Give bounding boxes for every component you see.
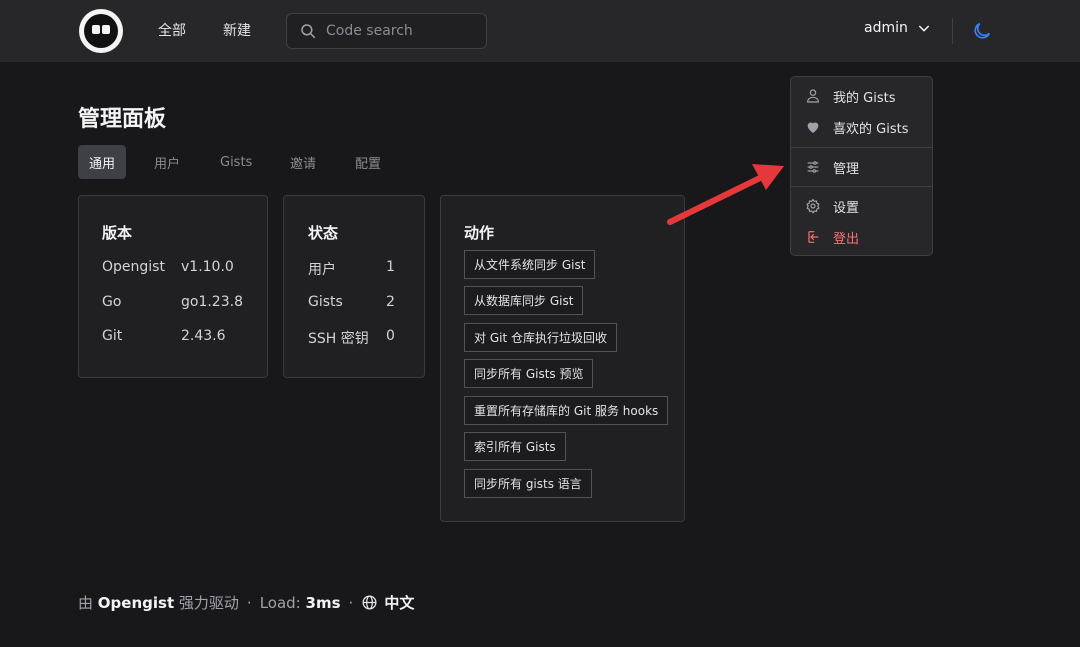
top-navbar: 全部 新建 admin [0,0,1080,62]
version-value: v1.10.0 [181,259,234,275]
user-dropdown-menu: 我的 Gists 喜欢的 Gists 管理 设置 登出 [790,76,933,256]
search-icon [301,24,316,39]
menu-liked-gists[interactable]: 喜欢的 Gists [791,114,932,140]
language-switcher[interactable]: 中文 [384,592,414,613]
card-title: 状态 [308,224,339,242]
chevron-down-icon [918,25,930,32]
nav-new[interactable]: 新建 [223,20,251,40]
card-title: 版本 [102,224,133,242]
username: admin [864,20,908,36]
user-icon [807,89,819,103]
menu-item-label: 管理 [833,161,860,177]
footer-suffix: 强力驱动 [178,594,239,612]
version-label: Opengist [102,259,165,275]
footer-brand-link[interactable]: Opengist [98,594,174,612]
tab-gists[interactable]: Gists [220,145,252,179]
status-value: 2 [386,294,395,310]
status-value: 0 [386,328,395,344]
user-menu-toggle[interactable]: admin [864,20,932,36]
gear-icon [806,198,820,214]
nav-all[interactable]: 全部 [158,20,186,40]
status-label: 用户 [308,262,336,278]
menu-admin[interactable]: 管理 [791,154,932,180]
status-value: 1 [386,259,395,275]
menu-item-label: 我的 Gists [833,90,896,106]
tab-users[interactable]: 用户 [154,145,180,179]
version-value: 2.43.6 [181,328,226,344]
tab-config[interactable]: 配置 [355,145,381,179]
sync-from-filesystem-button[interactable]: 从文件系统同步 Gist [464,250,596,279]
tab-general[interactable]: 通用 [78,145,127,179]
reset-hooks-button[interactable]: 重置所有存储库的 Git 服务 hooks [464,396,669,425]
heart-icon [807,122,819,133]
menu-item-label: 登出 [833,231,860,247]
menu-item-label: 喜欢的 Gists [833,121,909,137]
version-label: Git [102,328,123,344]
menu-item-label: 设置 [833,200,860,216]
footer-separator: · [348,593,354,612]
sliders-icon [807,161,819,173]
sync-from-database-button[interactable]: 从数据库同步 Gist [464,286,584,315]
version-card: 版本 Opengist v1.10.0 Go go1.23.8 Git 2.43… [78,195,268,378]
load-value: 3ms [305,593,341,612]
footer-prefix: 由 [78,594,94,612]
logout-icon [808,231,819,243]
menu-logout[interactable]: 登出 [791,224,932,250]
status-label: SSH 密钥 [308,331,369,347]
version-value: go1.23.8 [181,294,243,310]
index-gists-button[interactable]: 索引所有 Gists [464,432,566,461]
page-title: 管理面板 [78,107,167,132]
sync-previews-button[interactable]: 同步所有 Gists 预览 [464,359,594,388]
git-gc-button[interactable]: 对 Git 仓库执行垃圾回收 [464,323,617,352]
actions-card: 动作 从文件系统同步 Gist 从数据库同步 Gist 对 Git 仓库执行垃圾… [440,195,685,522]
annotation-arrow [667,164,784,225]
search-input[interactable] [326,23,476,39]
moon-icon[interactable] [971,20,993,42]
menu-settings[interactable]: 设置 [791,193,932,219]
header-divider [952,18,953,44]
tab-invitations[interactable]: 邀请 [290,145,316,179]
status-card: 状态 用户 1 Gists 2 SSH 密钥 0 [283,195,425,378]
footer: 由 Opengist 强力驱动 · Load: 3ms · 中文 [78,592,414,613]
sync-languages-button[interactable]: 同步所有 gists 语言 [464,469,592,498]
opengist-logo[interactable] [79,9,123,53]
menu-divider [791,147,932,148]
code-search[interactable] [286,13,487,49]
card-title: 动作 [464,224,495,242]
status-label: Gists [308,294,343,310]
menu-divider [791,186,932,187]
menu-my-gists[interactable]: 我的 Gists [791,83,932,109]
footer-separator: · [246,593,252,612]
globe-icon [362,595,377,610]
load-label: Load: [259,593,301,612]
version-label: Go [102,294,122,310]
